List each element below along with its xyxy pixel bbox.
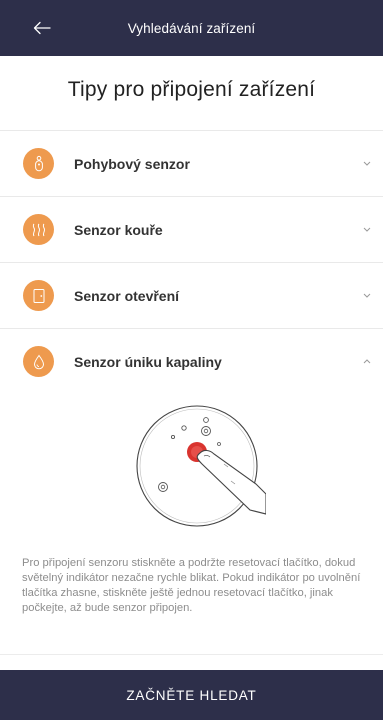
chevron-up-icon xyxy=(362,357,372,367)
arrow-left-icon xyxy=(33,21,51,35)
chevron-down-icon xyxy=(362,291,372,301)
accordion-item-label: Pohybový senzor xyxy=(74,155,190,172)
door-icon xyxy=(23,280,54,311)
smoke-icon xyxy=(23,214,54,245)
header-title: Vyhledávání zařízení xyxy=(127,20,256,36)
accordion-item-label: Senzor úniku kapaliny xyxy=(74,353,222,370)
accordion-item-label: Senzor otevření xyxy=(74,287,180,304)
start-search-button[interactable]: ZAČNĚTE HLEDAT xyxy=(0,670,383,720)
back-button[interactable] xyxy=(30,16,54,40)
water-drop-icon xyxy=(23,346,54,377)
accordion-item-label: Senzor kouře xyxy=(74,221,163,238)
motion-sensor-icon xyxy=(23,148,54,179)
chevron-down-icon xyxy=(362,159,372,169)
device-tips-accordion: Pohybový senzor Senzor kouře Senzor otev… xyxy=(0,130,383,394)
accordion-item-motion-sensor[interactable]: Pohybový senzor xyxy=(0,130,383,196)
accordion-item-opening-sensor[interactable]: Senzor otevření xyxy=(0,262,383,328)
leak-sensor-reset-illustration xyxy=(132,404,267,534)
chevron-down-icon xyxy=(362,225,372,235)
accordion-item-leak-sensor[interactable]: Senzor úniku kapaliny xyxy=(0,328,383,394)
accordion-item-smoke-sensor[interactable]: Senzor kouře xyxy=(0,196,383,262)
leak-sensor-instructions: Pro připojení senzoru stiskněte a podržt… xyxy=(22,557,361,614)
divider xyxy=(0,654,383,655)
page-title: Tipy pro připojení zařízení xyxy=(67,78,316,101)
top-app-bar: Vyhledávání zařízení xyxy=(0,0,383,56)
